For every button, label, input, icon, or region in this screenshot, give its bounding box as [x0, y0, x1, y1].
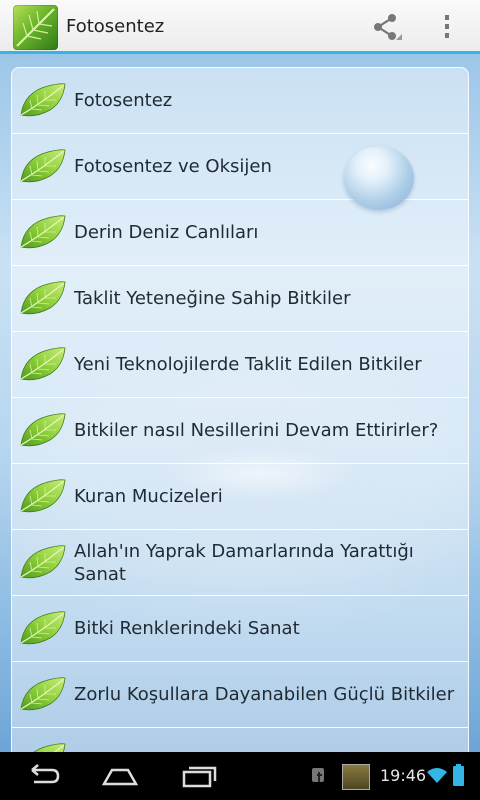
overflow-menu-icon[interactable]: [432, 12, 462, 42]
list-item[interactable]: Yeni Teknolojilerde Taklit Edilen Bitkil…: [12, 332, 468, 398]
share-icon[interactable]: [370, 12, 404, 42]
back-icon[interactable]: [22, 762, 62, 790]
action-bar: Fotosentez: [0, 0, 480, 54]
leaf-icon: [18, 346, 68, 382]
list-item[interactable]: Bitkiler nasıl Nesillerini Devam Ettirir…: [12, 398, 468, 464]
home-icon[interactable]: [100, 762, 140, 790]
list-item[interactable]: Kuran Mucizeleri: [12, 464, 468, 530]
notification-app-icon[interactable]: [342, 764, 370, 790]
list-item-label: Yeni Teknolojilerde Taklit Edilen Bitkil…: [74, 354, 422, 375]
list-item[interactable]: Bitki Renklerindeki Sanat: [12, 596, 468, 662]
list-item[interactable]: Fotosentez: [12, 68, 468, 134]
leaf-icon: [18, 214, 68, 250]
leaf-app-icon[interactable]: [13, 5, 58, 50]
facebook-icon[interactable]: [312, 768, 324, 782]
leaf-icon: [18, 742, 68, 752]
list-item-label: Uzaydan Bedenimize Karbonun Hayati: [74, 728, 458, 752]
list-item-label: Derin Deniz Canlıları: [74, 222, 259, 243]
content-area: Fotosentez Fotosentez ve Oksijen Derin D…: [0, 54, 480, 752]
list-item-label: Allah'ın Yaprak Damarlarında Yarattığı S…: [74, 540, 414, 585]
leaf-icon: [18, 610, 68, 646]
leaf-icon: [18, 478, 68, 514]
list-item[interactable]: Zorlu Koşullara Dayanabilen Güçlü Bitkil…: [12, 662, 468, 728]
leaf-icon: [18, 412, 68, 448]
recent-apps-icon[interactable]: [180, 762, 220, 790]
navigation-bar: 19:46: [0, 752, 480, 800]
leaf-icon: [18, 148, 68, 184]
leaf-icon: [18, 82, 68, 118]
list-item-label: Taklit Yeteneğine Sahip Bitkiler: [74, 288, 351, 309]
list-item[interactable]: Allah'ın Yaprak Damarlarında Yarattığı S…: [12, 530, 468, 596]
battery-icon: [453, 764, 464, 786]
list-item-label: Kuran Mucizeleri: [74, 486, 223, 507]
list-item-label: Fotosentez: [74, 90, 173, 111]
list-item-label: Bitki Renklerindeki Sanat: [74, 618, 300, 639]
list-item-label: Zorlu Koşullara Dayanabilen Güçlü Bitkil…: [74, 684, 455, 705]
leaf-icon: [18, 676, 68, 712]
list-item[interactable]: Taklit Yeteneğine Sahip Bitkiler: [12, 266, 468, 332]
water-droplet-decoration: [344, 146, 414, 210]
leaf-icon: [18, 280, 68, 316]
clock: 19:46: [380, 766, 427, 785]
wifi-icon: [426, 766, 448, 784]
list-item-label: Bitkiler nasıl Nesillerini Devam Ettirir…: [74, 420, 439, 441]
list-item[interactable]: Uzaydan Bedenimize Karbonun Hayati: [12, 728, 468, 752]
leaf-icon: [18, 544, 68, 580]
list-item[interactable]: Derin Deniz Canlıları: [12, 200, 468, 266]
app-title: Fotosentez: [66, 16, 165, 37]
